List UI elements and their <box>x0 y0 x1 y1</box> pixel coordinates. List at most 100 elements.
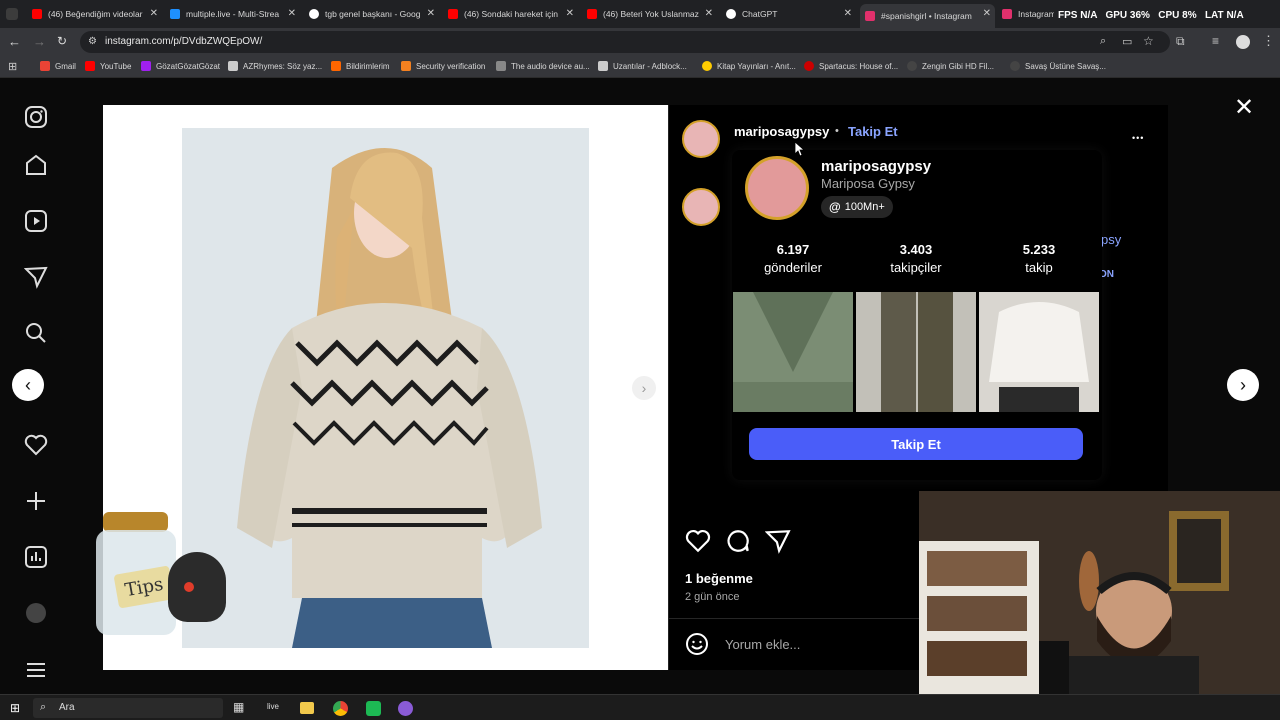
hovercard-avatar[interactable] <box>745 156 809 220</box>
bookmark-azrhymes[interactable]: AZRhymes: Söz yaz... <box>228 61 322 71</box>
instagram-icon <box>865 11 875 21</box>
close-tab-icon[interactable]: ✕ <box>150 8 158 19</box>
bookmark-gozat[interactable]: GözatGözatGözat <box>141 61 220 71</box>
author-avatar[interactable] <box>682 120 720 158</box>
comment-input[interactable]: Yorum ekle... <box>725 637 800 652</box>
forward-icon[interactable]: → <box>33 34 49 50</box>
close-modal-icon[interactable]: ✕ <box>1232 96 1256 120</box>
tab-youtube-beteri[interactable]: (46) Beteri Yok Uslanmaz ✕ <box>587 4 717 24</box>
bookmark-spartacus[interactable]: Spartacus: House of... <box>804 61 898 71</box>
menu-icon[interactable] <box>24 658 48 682</box>
threads-badge[interactable]: @ 100Mn+ <box>821 196 893 218</box>
extensions-icon[interactable]: ⧉ <box>1176 34 1185 49</box>
create-icon[interactable] <box>24 489 48 513</box>
heart-icon[interactable] <box>24 433 48 457</box>
more-options-icon[interactable]: ••• <box>1132 133 1144 143</box>
separator-dot: • <box>835 125 839 137</box>
reels-icon[interactable] <box>24 209 48 233</box>
bookmark-label: Uzantılar - Adblock... <box>613 61 687 71</box>
media-player-icon[interactable] <box>398 701 413 716</box>
tab-google-search[interactable]: tgb genel başkanı - Goog ✕ <box>309 4 439 24</box>
task-view-icon[interactable]: ▦ <box>233 700 244 714</box>
live-app-icon[interactable]: live <box>267 702 279 711</box>
reload-icon[interactable]: ↻ <box>57 34 73 50</box>
follow-link[interactable]: Takip Et <box>848 124 898 139</box>
bookmark-audio-device[interactable]: The audio device au... <box>496 61 590 71</box>
search-icon[interactable] <box>24 321 48 345</box>
following-count[interactable]: 5.233 <box>984 242 1094 257</box>
bookmark-zengin[interactable]: Zengin Gibi HD Fil... <box>907 61 994 71</box>
spotify-icon[interactable] <box>366 701 381 716</box>
back-icon[interactable]: ← <box>8 34 24 50</box>
bookmark-youtube[interactable]: YouTube <box>85 61 131 71</box>
tab-chatgpt[interactable]: ChatGPT ✕ <box>726 4 856 24</box>
commenter-avatar[interactable] <box>682 188 720 226</box>
insights-icon[interactable] <box>24 545 48 569</box>
bookmark-label: Security verification <box>416 61 486 71</box>
performance-overlay: FPS N/A GPU 36% CPU 8% LAT N/A <box>1058 10 1244 21</box>
following-label[interactable]: takip <box>984 260 1094 275</box>
follow-button[interactable]: Takip Et <box>749 428 1083 460</box>
bookmark-star-icon[interactable]: ☆ <box>1143 34 1154 48</box>
windows-start-icon[interactable]: ⊞ <box>10 701 20 715</box>
like-heart-icon[interactable] <box>685 528 711 554</box>
tab-youtube-hareket[interactable]: (46) Sondaki hareket için ✕ <box>448 4 578 24</box>
fps-label: FPS <box>1058 10 1078 21</box>
messages-icon[interactable] <box>24 265 48 289</box>
bookmark-label: AZRhymes: Söz yaz... <box>243 61 323 71</box>
address-bar[interactable]: ⚙ instagram.com/p/DVdbZWQEpOW/ ⌕ ▭ ☆ <box>80 31 1170 53</box>
prev-post-arrow-icon[interactable]: ‹ <box>12 369 44 401</box>
file-explorer-icon[interactable] <box>300 702 314 714</box>
close-tab-icon[interactable]: ✕ <box>566 8 574 19</box>
tab-instagram-spanishgirl[interactable]: #spanishgirl • Instagram ✕ <box>860 4 995 28</box>
tab-multiple-live[interactable]: multiple.live - Multi-Strea ✕ <box>170 4 300 24</box>
instagram-icon[interactable] <box>24 105 48 129</box>
profile-thumb-1[interactable] <box>733 292 853 412</box>
puzzle-icon <box>598 61 608 71</box>
comment-icon[interactable] <box>725 528 751 554</box>
profile-thumb-3[interactable] <box>979 292 1099 412</box>
next-post-arrow-icon[interactable]: › <box>1227 369 1259 401</box>
taskbar-search[interactable]: ⌕ Ara <box>33 698 223 718</box>
apps-grid-icon[interactable]: ⊞ <box>8 60 17 73</box>
hovercard-username[interactable]: mariposagypsy <box>821 158 931 175</box>
partial-name-text: psy <box>1101 232 1122 247</box>
tab-instagram[interactable]: Instagram <box>1002 4 1054 24</box>
profile-icon[interactable] <box>26 603 46 623</box>
bookmark-security[interactable]: Security verification <box>401 61 485 71</box>
tab-liked-videos[interactable]: (46) Beğendiğim videolar ✕ <box>32 4 162 24</box>
tab-list-chevron-icon[interactable] <box>6 8 18 20</box>
author-username[interactable]: mariposagypsy <box>734 124 829 139</box>
cast-icon[interactable]: ▭ <box>1122 35 1132 48</box>
tab-label: Instagram <box>1018 9 1054 19</box>
threads-icon: @ <box>829 200 841 214</box>
close-tab-icon[interactable]: ✕ <box>427 8 435 19</box>
likes-count[interactable]: 1 beğenme <box>685 571 753 586</box>
bookmark-bildirimlerim[interactable]: Bildirimlerim <box>331 61 390 71</box>
bildirim-icon <box>331 61 341 71</box>
webcam-overlay <box>919 491 1280 720</box>
tab-search-icon[interactable]: ≡ <box>1212 34 1219 48</box>
chatgpt-icon <box>726 9 736 19</box>
followers-count[interactable]: 3.403 <box>861 242 971 257</box>
webcam-scene <box>919 491 1280 720</box>
bookmark-kitap[interactable]: Kitap Yayınları - Anıt... <box>702 61 796 71</box>
close-tab-icon[interactable]: ✕ <box>983 8 991 19</box>
profile-thumb-2[interactable] <box>856 292 976 412</box>
close-tab-icon[interactable]: ✕ <box>705 8 713 19</box>
emoji-icon[interactable] <box>685 632 709 656</box>
profile-avatar[interactable] <box>1236 35 1250 49</box>
close-tab-icon[interactable]: ✕ <box>288 8 296 19</box>
close-tab-icon[interactable]: ✕ <box>844 8 852 19</box>
chrome-icon[interactable] <box>333 701 348 716</box>
kebab-menu-icon[interactable]: ⋮ <box>1262 33 1275 49</box>
followers-label[interactable]: takipçiler <box>861 260 971 275</box>
zoom-icon[interactable]: ⌕ <box>1100 35 1106 48</box>
home-icon[interactable] <box>24 153 48 177</box>
bookmark-savas[interactable]: Savaş Üstüne Savaş... <box>1010 61 1106 71</box>
bookmark-uzantilar[interactable]: Uzantılar - Adblock... <box>598 61 687 71</box>
site-info-icon[interactable]: ⚙ <box>88 36 97 47</box>
share-icon[interactable] <box>765 528 791 554</box>
media-next-arrow-icon[interactable]: › <box>632 376 656 400</box>
bookmark-gmail[interactable]: Gmail <box>40 61 76 71</box>
